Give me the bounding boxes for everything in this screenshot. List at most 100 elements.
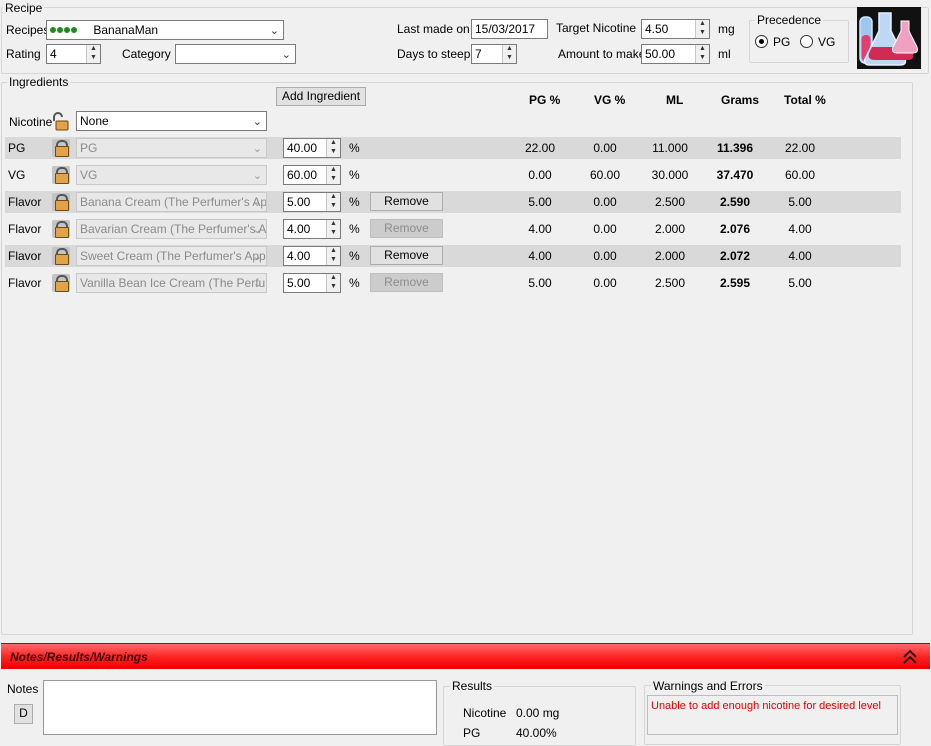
recipe-select[interactable]: BananaMan ⌄	[46, 20, 284, 40]
chevron-down-icon: ⌄	[252, 116, 262, 128]
ingredient-percent-stepper[interactable]: 4.00 ▲ ▼	[283, 219, 341, 239]
ingredient-percent-value: 40.00	[287, 141, 318, 155]
recipes-label: Recipes	[6, 23, 50, 37]
ingredient-total: 5.00	[788, 195, 812, 209]
ingredient-type: Flavor	[8, 276, 42, 290]
percent-spin-buttons[interactable]: ▲ ▼	[326, 193, 340, 211]
days-steep-label: Days to steep	[397, 47, 471, 61]
ingredient-grams: 2.076	[719, 222, 751, 236]
ingredient-select[interactable]: Sweet Cream (The Perfumer's Apprentice)⌄	[76, 246, 267, 266]
rating-spin-buttons[interactable]: ▲ ▼	[86, 45, 100, 63]
remove-ingredient-button[interactable]: Remove	[370, 192, 443, 211]
header-pg: PG %	[529, 93, 561, 107]
ingredient-grams: 2.595	[719, 276, 751, 290]
ingredient-name: Banana Cream (The Perfumer's Apprentice)	[80, 195, 267, 209]
rating-dots-icon	[50, 22, 90, 36]
ingredient-name: PG	[80, 141, 98, 155]
percent-sign: %	[349, 168, 360, 182]
last-made-field[interactable]: 15/03/2017	[471, 19, 548, 39]
ingredient-percent-value: 4.00	[287, 222, 311, 236]
percent-sign: %	[349, 222, 360, 236]
lock-icon[interactable]	[52, 220, 70, 238]
lock-icon[interactable]	[52, 139, 70, 157]
warning-message: Unable to add enough nicotine for desire…	[651, 700, 881, 712]
ingredient-percent-stepper[interactable]: 60.00 ▲ ▼	[283, 165, 341, 185]
target-nicotine-value: 4.50	[645, 22, 669, 36]
add-ingredient-button[interactable]: Add Ingredient	[276, 87, 366, 106]
nicotine-label: Nicotine	[9, 115, 53, 129]
ingredient-name: VG	[80, 168, 98, 182]
category-label: Category	[122, 47, 171, 61]
ingredient-select[interactable]: Banana Cream (The Perfumer's Apprentice)…	[76, 192, 267, 212]
percent-sign: %	[349, 141, 360, 155]
ingredient-type: VG	[8, 168, 26, 182]
recipe-name: BananaMan	[93, 23, 159, 37]
ingredient-pg: 4.00	[528, 222, 552, 236]
ingredient-grams: 2.072	[719, 249, 751, 263]
precedence-pg-label: PG	[773, 35, 791, 49]
last-made-value: 15/03/2017	[475, 22, 536, 36]
ingredient-name: Bavarian Cream (The Perfumer's Apprentic…	[80, 222, 267, 236]
ingredient-total: 22.00	[784, 141, 816, 155]
remove-ingredient-button[interactable]: Remove	[370, 273, 443, 292]
percent-spin-buttons[interactable]: ▲ ▼	[326, 166, 340, 184]
ingredient-total: 4.00	[788, 222, 812, 236]
chevron-down-icon: ⌄	[252, 278, 262, 290]
precedence-pg-radio[interactable]	[755, 35, 768, 48]
rating-stepper[interactable]: 4 ▲ ▼	[46, 44, 101, 64]
remove-ingredient-button[interactable]: Remove	[370, 219, 443, 238]
ingredients-group-title: Ingredients	[7, 75, 71, 89]
target-nicotine-unit: mg	[718, 22, 735, 36]
rating-label: Rating	[6, 47, 41, 61]
ingredient-select[interactable]: Bavarian Cream (The Perfumer's Apprentic…	[76, 219, 267, 239]
ingredient-select[interactable]: PG ⌄	[76, 138, 267, 158]
ingredient-pg: 22.00	[524, 141, 556, 155]
unlock-icon[interactable]	[51, 112, 70, 132]
ingredient-vg: 0.00	[593, 141, 617, 155]
warnings-list[interactable]: Unable to add enough nicotine for desire…	[647, 695, 898, 735]
lock-icon[interactable]	[52, 166, 70, 184]
chevron-down-icon: ⌄	[269, 25, 279, 37]
header-ml: ML	[666, 93, 684, 107]
ingredient-total: 4.00	[788, 249, 812, 263]
target-nicotine-spin-buttons[interactable]: ▲ ▼	[695, 20, 709, 38]
amount-stepper[interactable]: 50.00 ▲ ▼	[641, 44, 710, 64]
warnings-title: Warnings and Errors	[651, 679, 765, 693]
days-steep-stepper[interactable]: 7 ▲ ▼	[471, 44, 517, 64]
amount-spin-buttons[interactable]: ▲ ▼	[695, 45, 709, 63]
ingredient-select[interactable]: VG ⌄	[76, 165, 267, 185]
ingredient-select[interactable]: Vanilla Bean Ice Cream (The Perfumer's A…	[76, 273, 267, 293]
ingredient-type: PG	[8, 141, 26, 155]
ingredient-pg: 0.00	[528, 168, 552, 182]
remove-ingredient-button[interactable]: Remove	[370, 246, 443, 265]
ingredient-percent-stepper[interactable]: 5.00 ▲ ▼	[283, 192, 341, 212]
percent-spin-buttons[interactable]: ▲ ▼	[326, 274, 340, 292]
notes-textarea[interactable]	[43, 680, 437, 735]
collapse-chevron-icon[interactable]	[900, 647, 920, 667]
amount-value: 50.00	[645, 47, 676, 61]
ingredient-percent-value: 5.00	[287, 276, 311, 290]
percent-spin-buttons[interactable]: ▲ ▼	[326, 139, 340, 157]
lock-icon[interactable]	[52, 247, 70, 265]
ingredient-percent-stepper[interactable]: 4.00 ▲ ▼	[283, 246, 341, 266]
ingredient-percent-value: 5.00	[287, 195, 311, 209]
percent-spin-buttons[interactable]: ▲ ▼	[326, 220, 340, 238]
notes-panel-header[interactable]: Notes/Results/Warnings	[1, 643, 930, 669]
category-select[interactable]: ⌄	[175, 44, 296, 64]
ingredient-percent-stepper[interactable]: 40.00 ▲ ▼	[283, 138, 341, 158]
percent-spin-buttons[interactable]: ▲ ▼	[326, 247, 340, 265]
ingredient-ml: 2.500	[654, 195, 686, 209]
precedence-vg-radio[interactable]	[800, 35, 813, 48]
target-nicotine-stepper[interactable]: 4.50 ▲ ▼	[641, 19, 710, 39]
date-stamp-button[interactable]: D	[14, 704, 33, 724]
chevron-down-icon: ⌄	[281, 49, 291, 61]
nicotine-select[interactable]: None ⌄	[76, 111, 267, 131]
ingredient-row: Flavor Banana Cream (The Perfumer's Appre…	[5, 191, 901, 213]
header-vg: VG %	[594, 93, 626, 107]
ingredient-percent-stepper[interactable]: 5.00 ▲ ▼	[283, 273, 341, 293]
days-steep-spin-buttons[interactable]: ▲ ▼	[502, 45, 516, 63]
chevron-down-icon: ⌄	[252, 197, 262, 209]
lab-flasks-logo-icon	[857, 7, 921, 69]
lock-icon[interactable]	[52, 274, 70, 292]
lock-icon[interactable]	[52, 193, 70, 211]
